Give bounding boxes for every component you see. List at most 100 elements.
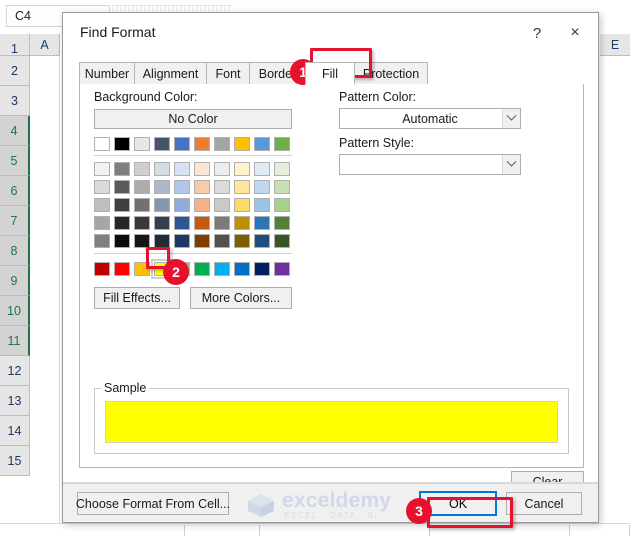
theme-tint-4-swatch-0[interactable] bbox=[94, 234, 110, 248]
column-header-e[interactable]: E bbox=[600, 34, 630, 56]
theme-tint-4-swatch-6[interactable] bbox=[214, 234, 230, 248]
worksheet-bottom-cell[interactable] bbox=[570, 525, 630, 536]
theme-tint-0-swatch-8[interactable] bbox=[254, 162, 270, 176]
choose-format-from-cell-button[interactable]: Choose Format From Cell... bbox=[76, 492, 230, 515]
help-icon[interactable]: ? bbox=[524, 21, 550, 45]
theme-tint-2-swatch-6[interactable] bbox=[214, 198, 230, 212]
theme-tint-1-swatch-7[interactable] bbox=[234, 180, 250, 194]
theme-tint-0-swatch-0[interactable] bbox=[94, 162, 110, 176]
theme-tint-0-swatch-5[interactable] bbox=[194, 162, 210, 176]
theme-tint-4-swatch-8[interactable] bbox=[254, 234, 270, 248]
chevron-down-icon-2[interactable] bbox=[502, 155, 520, 174]
worksheet-bottom-cell[interactable] bbox=[105, 525, 185, 536]
theme-tint-0-swatch-2[interactable] bbox=[134, 162, 150, 176]
theme-tint-3-swatch-9[interactable] bbox=[274, 216, 290, 230]
worksheet-bottom-cell[interactable] bbox=[260, 525, 430, 536]
theme-tint-3-swatch-0[interactable] bbox=[94, 216, 110, 230]
more-colors-button[interactable]: More Colors... bbox=[190, 287, 292, 309]
theme-tint-2-swatch-8[interactable] bbox=[254, 198, 270, 212]
theme-tint-1-swatch-5[interactable] bbox=[194, 180, 210, 194]
tab-border[interactable]: Border bbox=[249, 62, 306, 85]
theme-tint-1-swatch-6[interactable] bbox=[214, 180, 230, 194]
theme-tint-1-swatch-0[interactable] bbox=[94, 180, 110, 194]
standard-color-swatch-7[interactable] bbox=[234, 262, 250, 276]
row-header-14[interactable]: 14 bbox=[0, 416, 30, 446]
standard-color-swatch-2[interactable] bbox=[134, 262, 150, 276]
row-header-11[interactable]: 11 bbox=[0, 326, 30, 356]
row-header-10[interactable]: 10 bbox=[0, 296, 30, 326]
theme-color-swatch-5[interactable] bbox=[194, 137, 210, 151]
row-header-13[interactable]: 13 bbox=[0, 386, 30, 416]
chevron-down-icon[interactable] bbox=[502, 109, 520, 128]
theme-tint-1-swatch-8[interactable] bbox=[254, 180, 270, 194]
close-icon[interactable]: × bbox=[562, 21, 588, 45]
row-header-9[interactable]: 9 bbox=[0, 266, 30, 296]
theme-tint-0-swatch-9[interactable] bbox=[274, 162, 290, 176]
theme-tint-1-swatch-9[interactable] bbox=[274, 180, 290, 194]
theme-tint-3-swatch-6[interactable] bbox=[214, 216, 230, 230]
theme-tint-2-swatch-1[interactable] bbox=[114, 198, 130, 212]
theme-color-swatch-8[interactable] bbox=[254, 137, 270, 151]
theme-tint-4-swatch-3[interactable] bbox=[154, 234, 170, 248]
worksheet-bottom-cell[interactable] bbox=[430, 525, 570, 536]
row-header-6[interactable]: 6 bbox=[0, 176, 30, 206]
theme-tint-4-swatch-5[interactable] bbox=[194, 234, 210, 248]
row-header-2[interactable]: 2 bbox=[0, 56, 30, 86]
tab-fill[interactable]: Fill bbox=[305, 62, 355, 85]
theme-color-swatch-3[interactable] bbox=[154, 137, 170, 151]
row-header-7[interactable]: 7 bbox=[0, 206, 30, 236]
pattern-color-combobox[interactable]: Automatic bbox=[339, 108, 521, 129]
standard-color-swatch-8[interactable] bbox=[254, 262, 270, 276]
worksheet-bottom-cell[interactable] bbox=[185, 525, 260, 536]
theme-color-swatch-2[interactable] bbox=[134, 137, 150, 151]
theme-tint-2-swatch-0[interactable] bbox=[94, 198, 110, 212]
ok-button[interactable]: OK bbox=[419, 491, 497, 516]
tab-alignment[interactable]: Alignment bbox=[134, 62, 207, 85]
row-header-5[interactable]: 5 bbox=[0, 146, 30, 176]
theme-color-swatch-9[interactable] bbox=[274, 137, 290, 151]
theme-tint-0-swatch-3[interactable] bbox=[154, 162, 170, 176]
theme-tint-2-swatch-2[interactable] bbox=[134, 198, 150, 212]
standard-color-swatch-4[interactable] bbox=[174, 262, 190, 276]
tab-protection[interactable]: Protection bbox=[354, 62, 428, 85]
standard-color-swatch-1[interactable] bbox=[114, 262, 130, 276]
pattern-style-combobox[interactable] bbox=[339, 154, 521, 175]
row-header-12[interactable]: 12 bbox=[0, 356, 30, 386]
cancel-button[interactable]: Cancel bbox=[506, 492, 582, 515]
theme-tint-3-swatch-5[interactable] bbox=[194, 216, 210, 230]
column-header-a[interactable]: A bbox=[30, 34, 60, 56]
standard-color-swatch-6[interactable] bbox=[214, 262, 230, 276]
theme-tint-3-swatch-4[interactable] bbox=[174, 216, 190, 230]
theme-tint-1-swatch-1[interactable] bbox=[114, 180, 130, 194]
theme-tint-0-swatch-4[interactable] bbox=[174, 162, 190, 176]
fill-effects-button[interactable]: Fill Effects... bbox=[94, 287, 180, 309]
theme-tint-4-swatch-2[interactable] bbox=[134, 234, 150, 248]
theme-color-swatch-7[interactable] bbox=[234, 137, 250, 151]
theme-color-swatch-6[interactable] bbox=[214, 137, 230, 151]
theme-tint-0-swatch-7[interactable] bbox=[234, 162, 250, 176]
theme-color-swatch-4[interactable] bbox=[174, 137, 190, 151]
theme-tint-1-swatch-4[interactable] bbox=[174, 180, 190, 194]
theme-tint-3-swatch-1[interactable] bbox=[114, 216, 130, 230]
theme-tint-3-swatch-2[interactable] bbox=[134, 216, 150, 230]
theme-tint-2-swatch-7[interactable] bbox=[234, 198, 250, 212]
theme-tint-2-swatch-3[interactable] bbox=[154, 198, 170, 212]
theme-tint-2-swatch-5[interactable] bbox=[194, 198, 210, 212]
row-header-15[interactable]: 15 bbox=[0, 446, 30, 476]
theme-tint-1-swatch-3[interactable] bbox=[154, 180, 170, 194]
tab-font[interactable]: Font bbox=[206, 62, 250, 85]
theme-tint-3-swatch-7[interactable] bbox=[234, 216, 250, 230]
theme-tint-3-swatch-8[interactable] bbox=[254, 216, 270, 230]
standard-color-swatch-3[interactable] bbox=[151, 259, 173, 279]
theme-tint-2-swatch-9[interactable] bbox=[274, 198, 290, 212]
theme-tint-4-swatch-4[interactable] bbox=[174, 234, 190, 248]
theme-tint-2-swatch-4[interactable] bbox=[174, 198, 190, 212]
theme-color-swatch-1[interactable] bbox=[114, 137, 130, 151]
theme-tint-4-swatch-9[interactable] bbox=[274, 234, 290, 248]
standard-color-swatch-9[interactable] bbox=[274, 262, 290, 276]
theme-tint-3-swatch-3[interactable] bbox=[154, 216, 170, 230]
theme-tint-4-swatch-7[interactable] bbox=[234, 234, 250, 248]
no-color-button[interactable]: No Color bbox=[94, 109, 292, 129]
row-header-3[interactable]: 3 bbox=[0, 86, 30, 116]
theme-tint-0-swatch-1[interactable] bbox=[114, 162, 130, 176]
